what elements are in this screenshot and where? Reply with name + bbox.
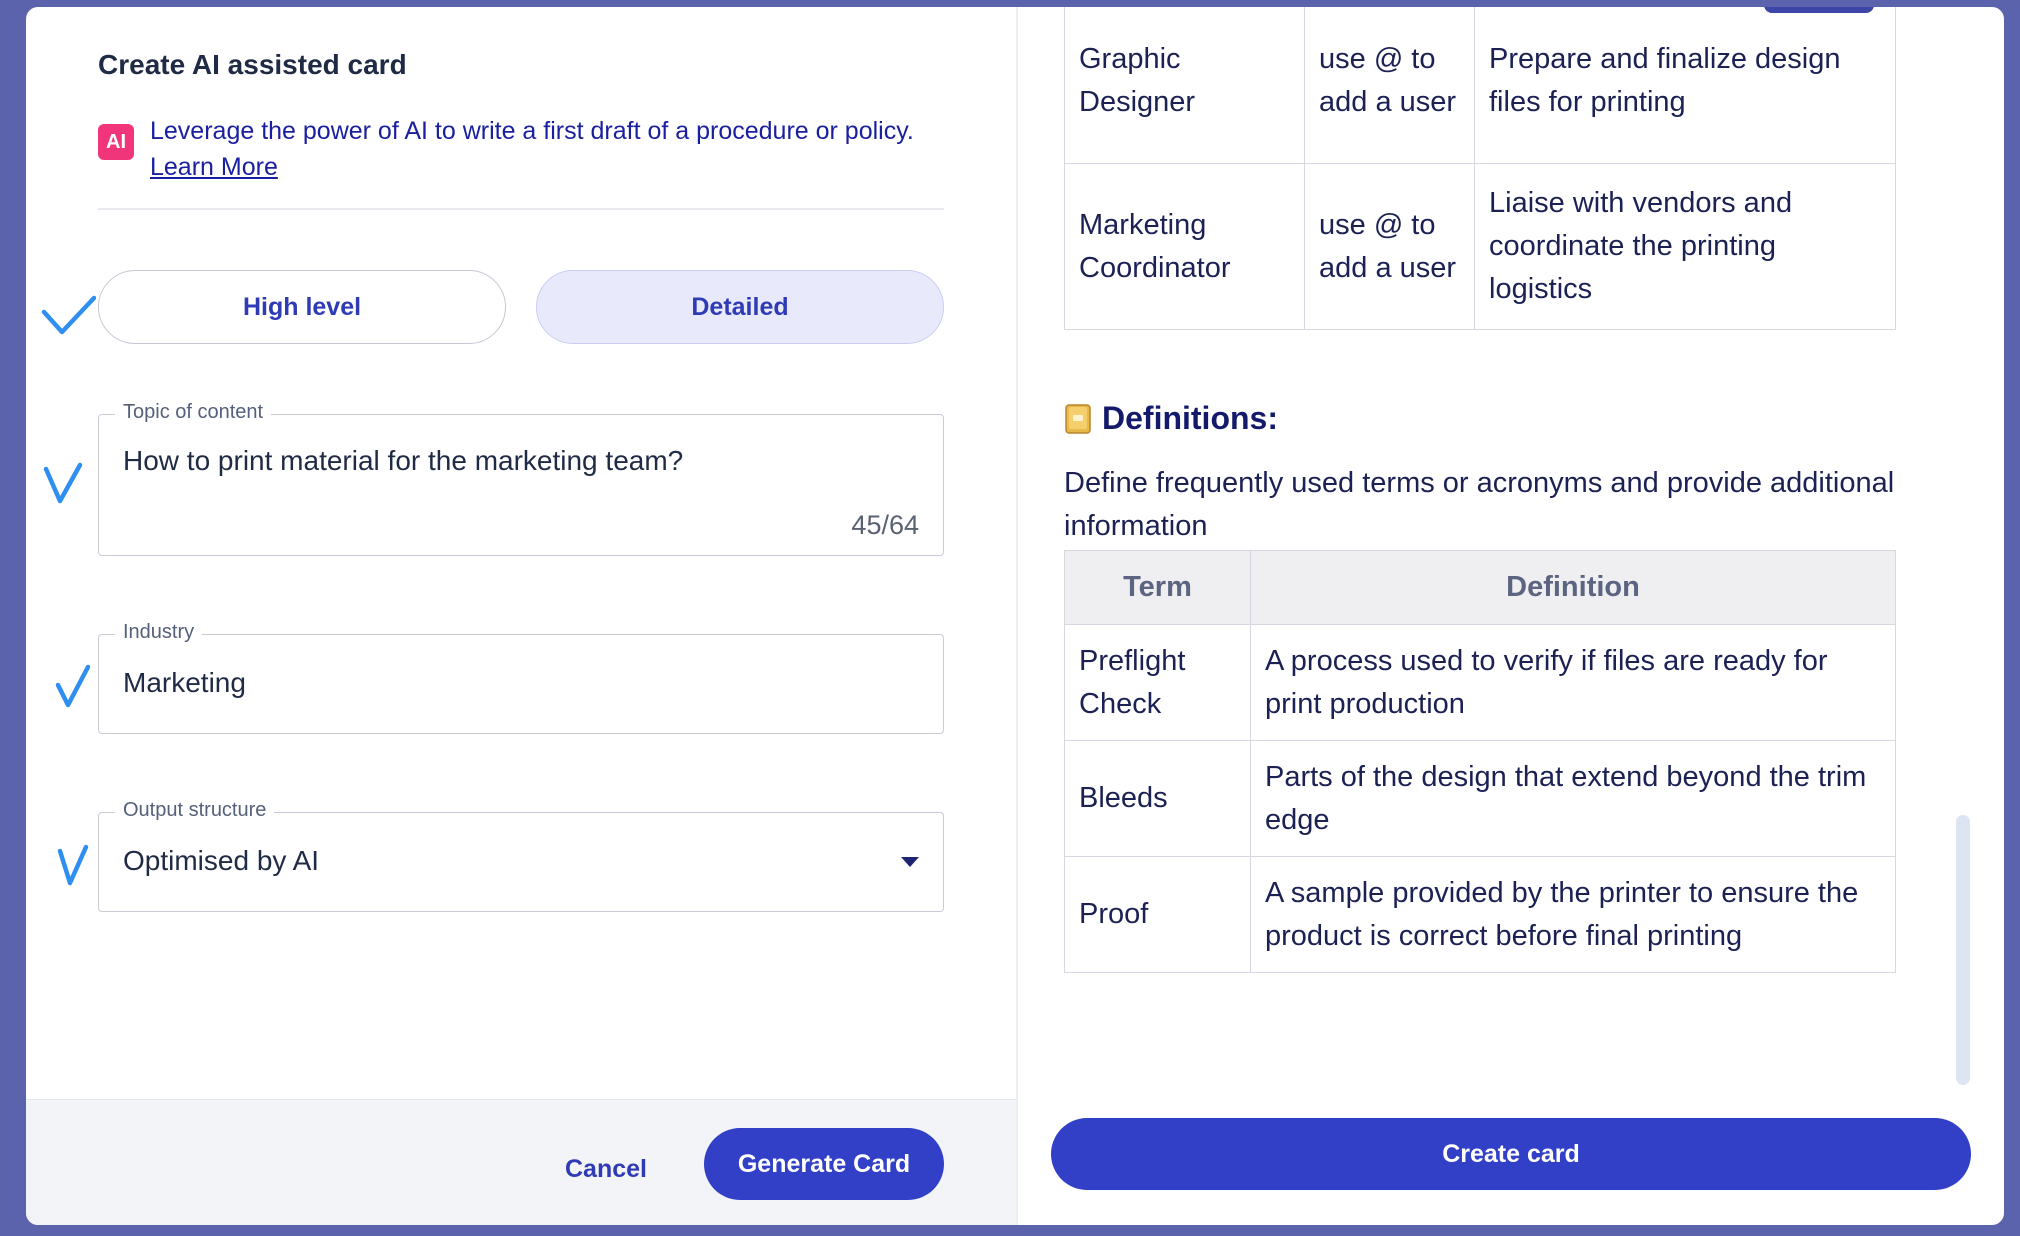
definition-cell: A process used to verify if files are re… (1250, 624, 1896, 741)
definitions-table: Term Definition Preflight Check A proces… (1064, 550, 1896, 973)
definitions-heading: Definitions: (1064, 400, 1278, 437)
high-level-option[interactable]: High level (98, 270, 506, 344)
preview-panel: Graphic Designer use @ to add a user Pre… (1018, 7, 2004, 1225)
term-cell: Bleeds (1064, 740, 1251, 857)
header-divider (98, 208, 944, 210)
definition-cell: A sample provided by the printer to ensu… (1250, 856, 1896, 973)
industry-field[interactable]: Industry Marketing (98, 621, 944, 734)
task-cell: Prepare and finalize design files for pr… (1474, 7, 1896, 164)
check-mark-icon (40, 459, 96, 507)
create-card-button[interactable]: Create card (1051, 1118, 1971, 1190)
modal-title: Create AI assisted card (98, 49, 407, 80)
definitions-description: Define frequently used terms or acronyms… (1064, 467, 1895, 542)
ai-badge-icon: AI (98, 124, 134, 160)
user-cell[interactable]: use @ to add a user (1304, 7, 1475, 164)
user-cell[interactable]: use @ to add a user (1304, 163, 1475, 330)
roles-table: Graphic Designer use @ to add a user Pre… (1064, 7, 1896, 330)
ai-description: Leverage the power of AI to write a firs… (150, 113, 940, 185)
role-cell: Graphic Designer (1064, 7, 1305, 164)
table-header-row: Term Definition (1064, 550, 1896, 625)
industry-value[interactable]: Marketing (123, 667, 246, 699)
definitions-title: Definitions: (1102, 400, 1278, 436)
ai-description-text: Leverage the power of AI to write a firs… (150, 117, 914, 145)
industry-label: Industry (115, 621, 203, 644)
generate-card-button[interactable]: Generate Card (704, 1128, 944, 1200)
topic-label: Topic of content (115, 401, 272, 424)
table-row: Graphic Designer use @ to add a user Pre… (1064, 7, 1896, 164)
term-cell: Proof (1064, 856, 1251, 973)
output-structure-select[interactable]: Output structure Optimised by AI (98, 799, 944, 912)
create-ai-card-modal: Create AI assisted card AI Leverage the … (26, 7, 2004, 1225)
table-row: Bleeds Parts of the design that extend b… (1064, 740, 1896, 857)
task-cell: Liaise with vendors and coordinate the p… (1474, 163, 1896, 330)
learn-more-link[interactable]: Learn More (150, 153, 278, 181)
book-icon (1064, 403, 1092, 435)
output-structure-label: Output structure (115, 799, 275, 822)
table-row: Preflight Check A process used to verify… (1064, 624, 1896, 741)
detailed-option[interactable]: Detailed (536, 270, 944, 344)
definition-header: Definition (1250, 550, 1896, 625)
definition-cell: Parts of the design that extend beyond t… (1250, 740, 1896, 857)
role-cell: Marketing Coordinator (1064, 163, 1305, 330)
check-mark-icon (40, 292, 97, 340)
chevron-down-icon[interactable] (901, 857, 919, 867)
table-row: Proof A sample provided by the printer t… (1064, 856, 1896, 973)
topic-value[interactable]: How to print material for the marketing … (123, 445, 683, 477)
scrollbar[interactable] (1956, 815, 1970, 1085)
topic-field[interactable]: Topic of content How to print material f… (98, 401, 944, 556)
character-counter: 45/64 (851, 510, 919, 540)
table-row: Marketing Coordinator use @ to add a use… (1064, 163, 1896, 330)
cancel-button[interactable]: Cancel (546, 1134, 666, 1204)
output-structure-value[interactable]: Optimised by AI (123, 845, 319, 877)
term-header: Term (1064, 550, 1251, 625)
term-cell: Preflight Check (1064, 624, 1251, 741)
form-panel: Create AI assisted card AI Leverage the … (26, 7, 1016, 1225)
